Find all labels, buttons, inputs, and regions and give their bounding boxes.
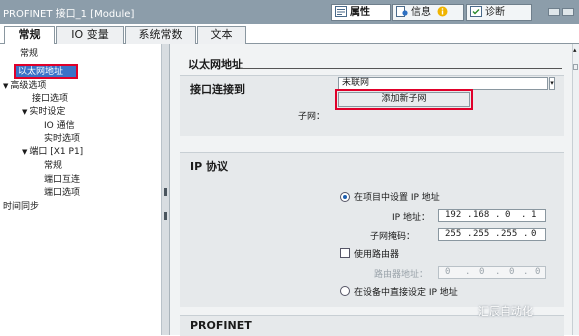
set-ip-in-project-label: 在项目中设置 IP 地址 — [354, 193, 440, 203]
tree-item-port[interactable]: ▼ 端口 [X1 P1] — [22, 146, 83, 158]
watermark-text: 汇辰自动化 — [478, 305, 533, 318]
section-divider — [240, 68, 562, 69]
mask-octet: 0 — [531, 229, 537, 239]
info-badge-icon — [437, 6, 448, 17]
tree-item-ethernet-address[interactable]: 以太网地址 — [18, 66, 63, 78]
add-subnet-button[interactable]: 添加新子网 — [338, 92, 470, 107]
octet-dot: . — [521, 210, 527, 220]
set-ip-in-project-radio[interactable] — [340, 192, 350, 202]
tree-item-io-communication[interactable]: IO 通信 — [44, 120, 75, 132]
set-ip-on-device-radio[interactable] — [340, 286, 350, 296]
collapse-arrow-icon[interactable]: ▼ — [3, 82, 8, 90]
octet-dot: . — [523, 229, 529, 239]
maximize-icon[interactable] — [562, 8, 574, 16]
window-title: PROFINET 接口_1 [Module] — [3, 9, 135, 20]
mask-octet: 255 — [473, 229, 490, 239]
tab-io-tags[interactable]: IO 变量 — [56, 26, 124, 44]
tree-item-interface-options[interactable]: 接口选项 — [32, 93, 68, 105]
diagnostics-tab[interactable]: 诊断 — [466, 4, 532, 21]
router-octet: 0 — [445, 267, 451, 277]
tree-item-port-options[interactable]: 端口选项 — [44, 187, 80, 199]
router-address-field[interactable]: 0 . 0 . 0 . 0 — [438, 266, 546, 279]
tree-item-general[interactable]: 常规 — [20, 48, 38, 60]
ip-octet: 0 — [505, 210, 511, 220]
dropdown-arrow-icon[interactable]: ▾ — [549, 77, 555, 90]
octet-dot: . — [465, 267, 471, 277]
diagnostics-icon — [470, 6, 482, 17]
subnet-mask-field[interactable]: 255 . 255 . 255 . 0 — [438, 228, 546, 241]
router-address-label: 路由器地址： — [374, 270, 429, 280]
properties-content: 以太网地址 接口连接到 子网： 未联网 ▾ 添加新子网 IP 协议 在项目中设置… — [170, 44, 579, 336]
scroll-thumb[interactable] — [573, 64, 578, 70]
use-router-checkbox[interactable] — [340, 248, 350, 258]
vertical-scrollbar[interactable]: ▴ — [572, 44, 579, 335]
tree-item-realtime-options[interactable]: 实时选项 — [44, 133, 80, 145]
panel-title: IP 协议 — [190, 160, 228, 173]
tree-item-time-sync[interactable]: 时间同步 — [3, 201, 39, 213]
splitter-grip[interactable] — [164, 212, 167, 220]
info-tab-label: 信息 — [411, 7, 431, 18]
octet-dot: . — [523, 267, 529, 277]
panel-title: PROFINET — [190, 319, 252, 332]
collapse-arrow-icon[interactable]: ▼ — [22, 148, 27, 156]
octet-dot: . — [467, 229, 473, 239]
mask-octet: 255 — [445, 229, 462, 239]
tree-item-advanced-options[interactable]: ▼ 高级选项 — [3, 80, 46, 92]
tree-item-label: 端口 [X1 P1] — [29, 147, 84, 157]
subnet-mask-label: 子网掩码： — [370, 232, 416, 242]
ip-octet: 192 — [445, 210, 462, 220]
mask-octet: 255 — [501, 229, 518, 239]
collapse-arrow-icon[interactable]: ▼ — [22, 108, 27, 116]
router-octet: 0 — [535, 267, 541, 277]
ip-octet: 168 — [473, 210, 490, 220]
property-tabs: 常规 IO 变量 系统常数 文本 — [0, 24, 579, 45]
use-router-label: 使用路由器 — [354, 250, 400, 260]
properties-tab[interactable]: 属性 — [331, 4, 391, 21]
diagnostics-tab-label: 诊断 — [485, 7, 505, 18]
info-tab[interactable]: 信息 — [392, 4, 464, 21]
info-icon — [396, 6, 408, 17]
navigation-tree: 常规 以太网地址 ▼ 高级选项 接口选项 ▼ 实时设定 IO 通信 实时选项 ▼ 端口… — [0, 44, 162, 335]
tab-system-constants[interactable]: 系统常数 — [125, 26, 196, 44]
scroll-up-icon[interactable]: ▴ — [573, 46, 577, 54]
tree-item-label: 高级选项 — [10, 81, 47, 91]
panel-splitter[interactable] — [162, 44, 170, 335]
tree-item-label: 实时设定 — [29, 107, 66, 117]
properties-icon — [335, 6, 347, 17]
set-ip-on-device-label: 在设备中直接设定 IP 地址 — [354, 288, 458, 298]
octet-dot: . — [495, 229, 501, 239]
splitter-grip[interactable] — [164, 188, 167, 196]
octet-dot: . — [495, 210, 501, 220]
ip-address-label: IP 地址： — [392, 213, 430, 223]
inspector-titlebar: PROFINET 接口_1 [Module] 属性 信息 诊断 — [0, 0, 579, 24]
tree-item-realtime-settings[interactable]: ▼ 实时设定 — [22, 106, 65, 118]
tab-texts[interactable]: 文本 — [197, 26, 246, 44]
tree-item-port-interconnection[interactable]: 端口互连 — [44, 174, 80, 186]
router-octet: 0 — [479, 267, 485, 277]
restore-icon[interactable] — [548, 8, 560, 16]
router-octet: 0 — [509, 267, 515, 277]
properties-tab-label: 属性 — [350, 7, 370, 18]
section-title: 以太网地址 — [188, 58, 243, 71]
tab-general[interactable]: 常规 — [4, 26, 55, 45]
octet-dot: . — [495, 267, 501, 277]
tree-item-port-general[interactable]: 常规 — [44, 160, 62, 172]
subnet-label: 子网： — [298, 112, 326, 122]
ip-octet: 1 — [531, 210, 537, 220]
panel-title: 接口连接到 — [190, 83, 245, 96]
octet-dot: . — [467, 210, 473, 220]
ip-address-field[interactable]: 192 . 168 . 0 . 1 — [438, 209, 546, 222]
